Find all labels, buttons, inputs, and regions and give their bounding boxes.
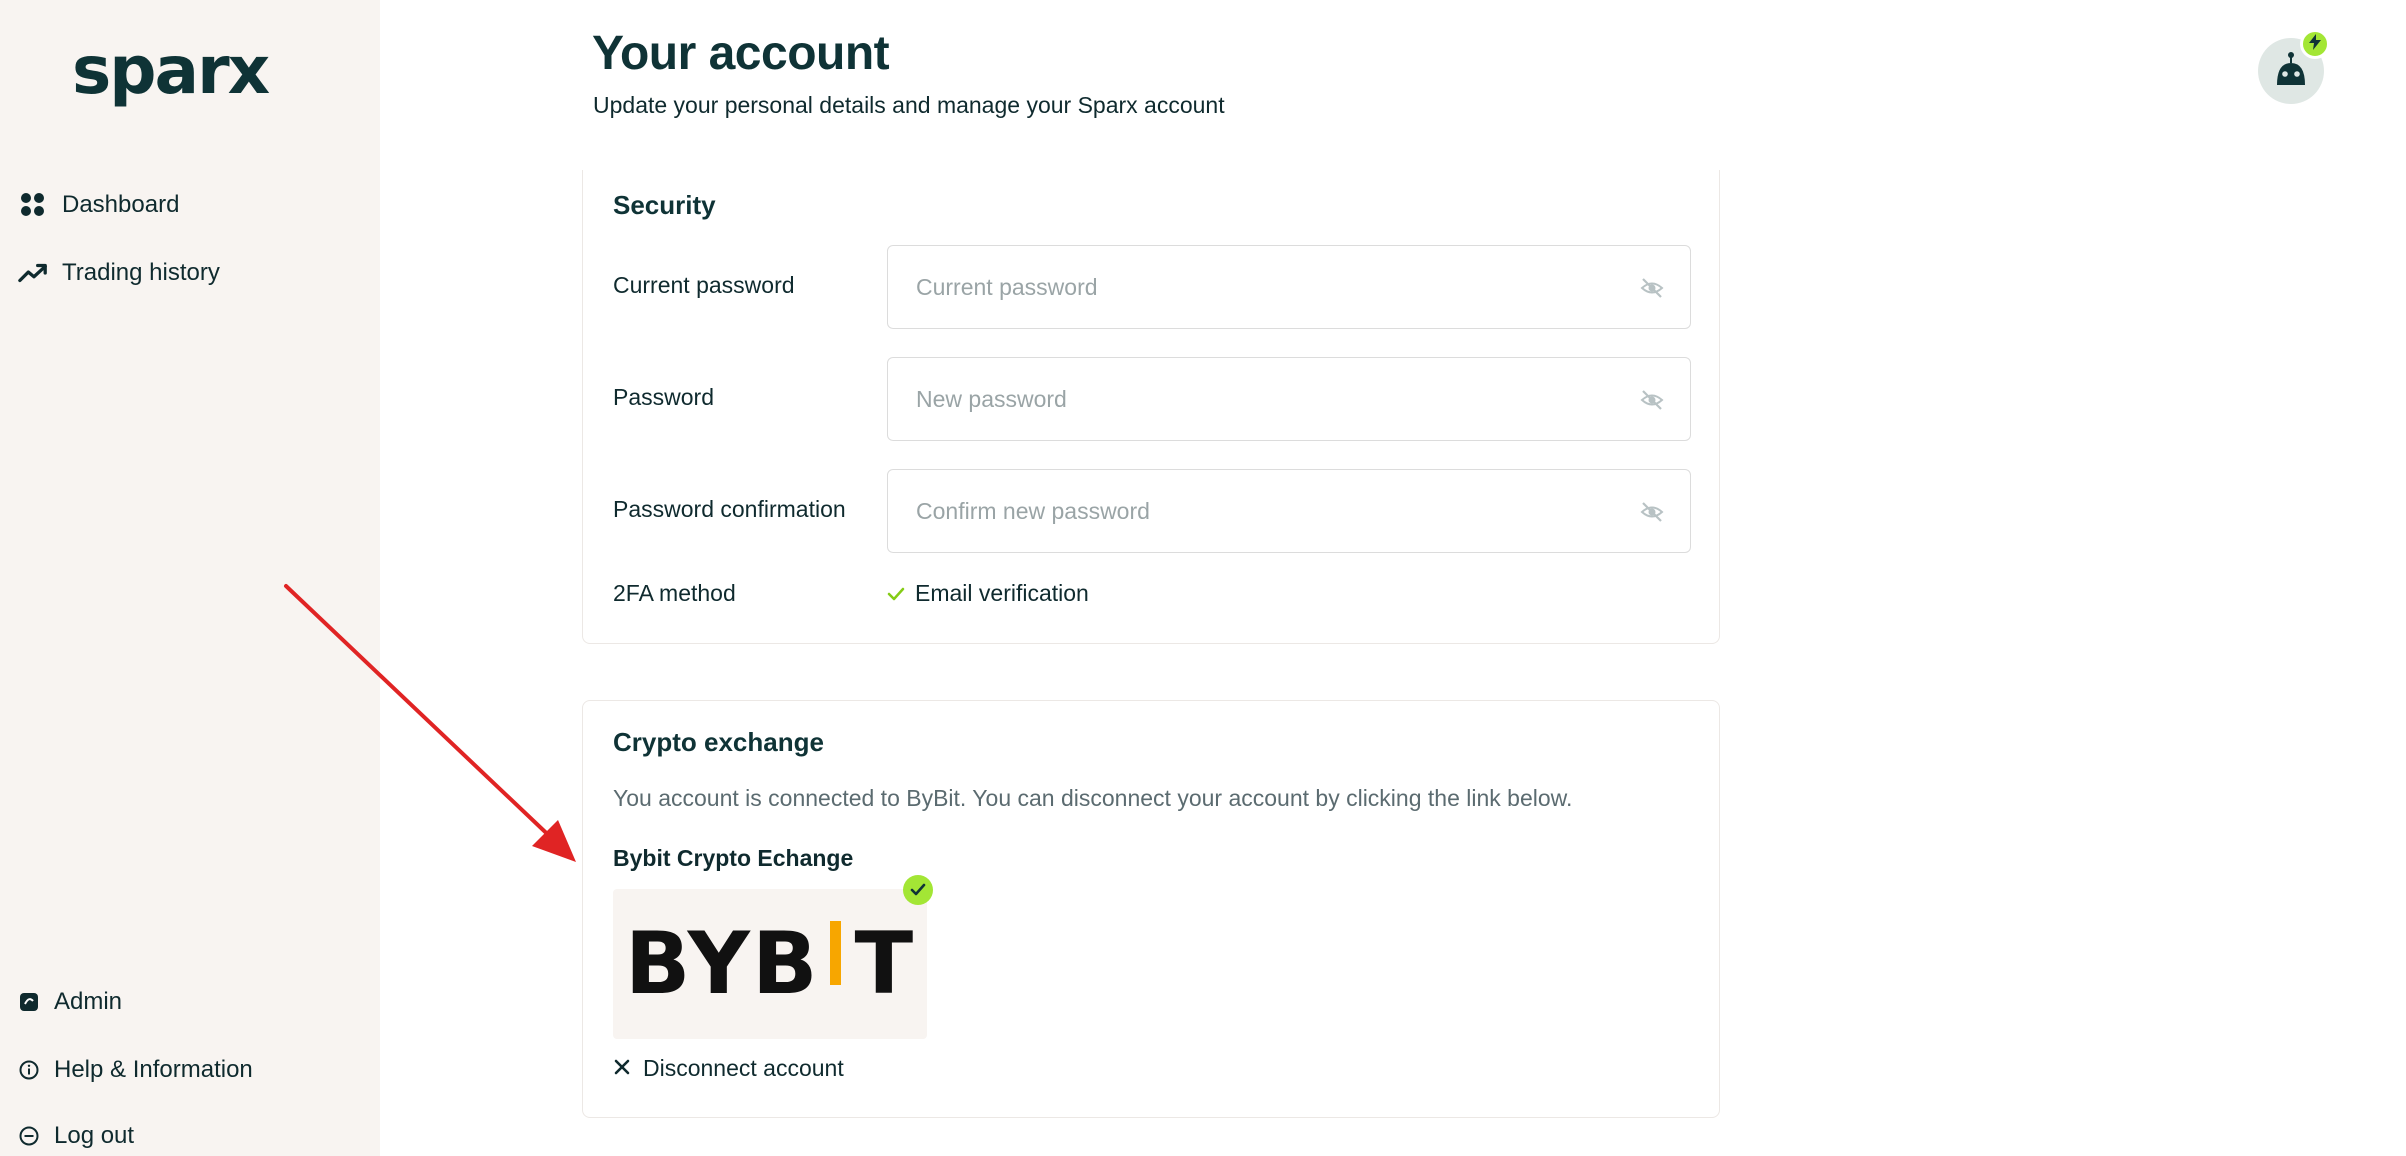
current-password-label: Current password (613, 272, 795, 298)
eye-off-icon[interactable] (1640, 276, 1664, 300)
eye-off-icon[interactable] (1640, 388, 1664, 412)
lightning-icon (2308, 33, 2322, 55)
new-password-input[interactable] (916, 358, 1616, 440)
bybit-logo: BYB T (613, 889, 927, 1039)
current-password-input[interactable] (916, 246, 1616, 328)
twofa-method-text: Email verification (915, 580, 1089, 606)
sidebar-item-label: Dashboard (62, 191, 180, 218)
twofa-label: 2FA method (613, 580, 736, 606)
sidebar-item-dashboard[interactable]: Dashboard (18, 190, 179, 220)
crypto-exchange-card: Crypto exchange You account is connected… (582, 700, 1720, 1118)
annotation-arrow (284, 584, 576, 862)
current-password-field-wrapper (887, 245, 1691, 329)
security-title: Security (613, 190, 716, 220)
disconnect-account-link[interactable]: Disconnect account (613, 1055, 844, 1082)
connected-check-icon (903, 875, 933, 905)
check-icon (887, 580, 905, 607)
bybit-logo-text-right: T (854, 914, 916, 1014)
page-subtitle: Update your personal details and manage … (593, 92, 1225, 118)
page-title: Your account (592, 27, 890, 80)
new-password-label: Password (613, 384, 714, 410)
sidebar-item-label: Help & Information (54, 1056, 253, 1083)
info-icon (18, 1059, 40, 1081)
password-confirmation-input[interactable] (916, 470, 1616, 552)
eye-off-icon[interactable] (1640, 500, 1664, 524)
crypto-exchange-title: Crypto exchange (613, 727, 824, 757)
sidebar-item-help[interactable]: Help & Information (18, 1056, 253, 1084)
sidebar-item-label: Trading history (62, 259, 220, 286)
security-card: Security Current password Password Passw… (582, 170, 1720, 644)
admin-icon (18, 991, 40, 1013)
sidebar-item-label: Admin (54, 988, 123, 1015)
twofa-value: Email verification (887, 580, 1089, 607)
sidebar-item-label: Log out (54, 1122, 135, 1149)
new-password-field-wrapper (887, 357, 1691, 441)
bybit-logo-text-left: BYB (624, 914, 820, 1014)
sidebar-item-logout[interactable]: Log out (18, 1122, 134, 1150)
crypto-exchange-description: You account is connected to ByBit. You c… (613, 785, 1573, 811)
exchange-name: Bybit Crypto Echange (613, 845, 854, 871)
logout-icon (18, 1125, 40, 1147)
dashboard-grid-icon (18, 190, 48, 220)
trending-up-icon (18, 258, 48, 288)
password-confirmation-label: Password confirmation (613, 496, 846, 522)
avatar-status-badge (2300, 29, 2330, 59)
sidebar-item-trading-history[interactable]: Trading history (18, 258, 220, 288)
disconnect-account-label: Disconnect account (643, 1055, 844, 1081)
sidebar-item-admin[interactable]: Admin (18, 988, 122, 1016)
password-confirmation-field-wrapper (887, 469, 1691, 553)
bybit-logo-bar (829, 921, 841, 985)
close-icon (613, 1055, 631, 1082)
sparx-logo[interactable]: sparx (72, 36, 270, 106)
